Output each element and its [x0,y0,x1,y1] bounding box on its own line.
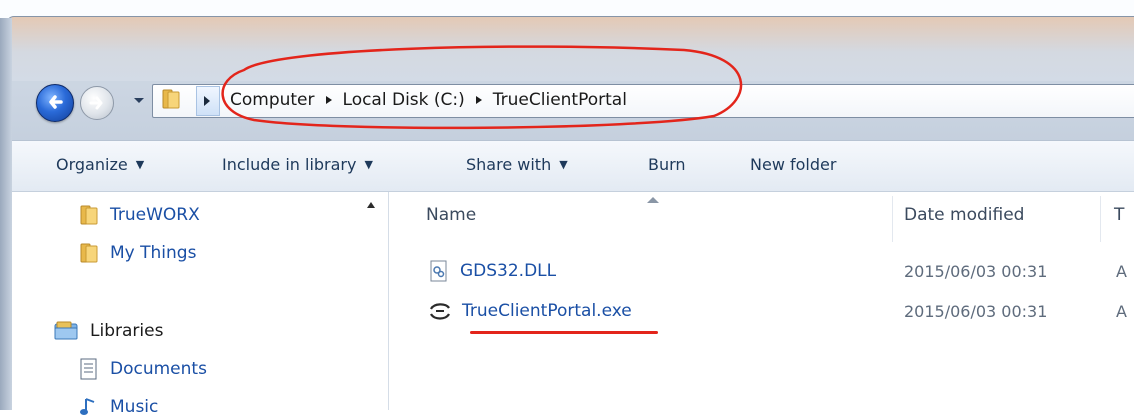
burn-button[interactable]: Burn [648,155,686,174]
nav-item-label: Documents [110,359,207,379]
sort-ascending-icon [647,197,659,203]
nav-item-my-things[interactable]: My Things [78,242,196,264]
window-title-bar [6,16,1134,81]
file-date: 2015/06/03 00:31 [904,262,1048,281]
file-type: A [1116,262,1127,281]
column-divider[interactable] [892,196,893,242]
include-in-library-label: Include in library [222,155,357,174]
share-with-label: Share with [466,155,552,174]
nav-item-label: Music [110,397,159,417]
annotation-underline [470,331,658,334]
new-folder-label: New folder [750,155,837,174]
back-arrow-icon [49,95,63,109]
column-header-type[interactable]: T [1114,205,1124,225]
chevron-right-icon[interactable] [325,95,333,105]
documents-icon [80,358,97,380]
breadcrumb-trueclientportal[interactable]: TrueClientPortal [489,90,631,110]
caret-down-icon: ▼ [559,158,568,171]
folder-icon [80,243,98,263]
recent-pages-dropdown[interactable] [132,93,146,107]
scroll-up-icon[interactable] [366,200,376,210]
nav-item-trueworx[interactable]: TrueWORX [78,204,200,226]
folder-icon [162,89,180,109]
chevron-right-icon [204,96,210,106]
nav-item-documents[interactable]: Documents [78,358,207,380]
burn-label: Burn [648,155,686,174]
caret-down-icon: ▼ [364,158,373,171]
dll-file-icon [430,260,447,282]
new-folder-button[interactable]: New folder [750,155,836,174]
file-name: GDS32.DLL [460,261,557,281]
file-row-gds32[interactable]: GDS32.DLL [428,260,556,282]
column-header-name[interactable]: Name [426,205,476,225]
organize-label: Organize [56,155,128,174]
forward-arrow-icon [89,96,103,110]
organize-button[interactable]: Organize ▼ [56,155,144,174]
share-with-button[interactable]: Share with ▼ [466,155,568,174]
breadcrumb-computer[interactable]: Computer [226,90,319,110]
folder-icon [80,205,98,225]
address-root-arrow[interactable] [196,86,220,116]
nav-item-libraries[interactable]: Libraries [54,320,163,342]
libraries-icon [54,321,78,340]
forward-button[interactable] [80,86,114,120]
nav-item-label: My Things [110,243,197,263]
chevron-right-icon[interactable] [475,95,483,105]
caret-down-icon: ▼ [135,158,145,171]
exe-file-icon [430,303,450,320]
nav-item-music[interactable]: Music [78,396,158,418]
command-bar: Organize ▼ Include in library ▼ Share wi… [12,140,1134,192]
column-header-date-modified[interactable]: Date modified [904,205,1024,225]
file-type: A [1116,302,1127,321]
breadcrumb: Computer Local Disk (C:) TrueClientPorta… [226,88,631,112]
music-icon [80,398,95,415]
column-divider[interactable] [1100,196,1101,242]
back-button[interactable] [36,84,74,122]
file-name: TrueClientPortal.exe [462,301,632,321]
include-in-library-button[interactable]: Include in library ▼ [222,155,373,174]
window-left-border [0,18,12,410]
file-row-trueclientportal[interactable]: TrueClientPortal.exe [428,300,632,322]
nav-item-label: TrueWORX [110,205,200,225]
file-date: 2015/06/03 00:31 [904,302,1048,321]
nav-item-label: Libraries [90,321,164,341]
breadcrumb-local-disk[interactable]: Local Disk (C:) [339,90,469,110]
